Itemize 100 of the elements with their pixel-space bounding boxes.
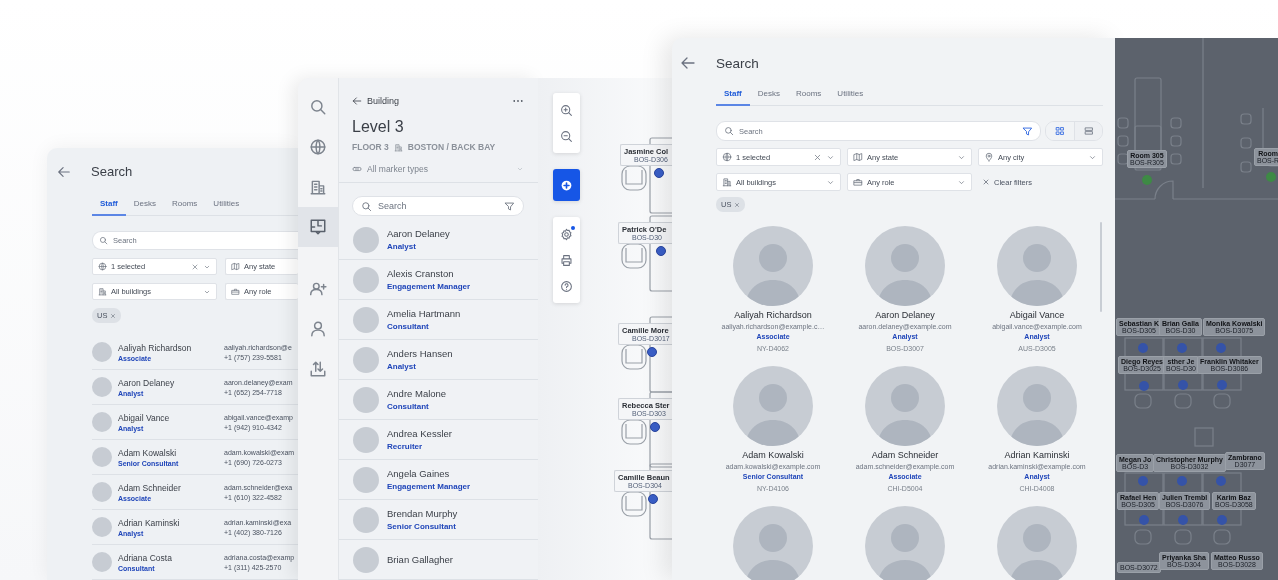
filter-icon[interactable] [504, 200, 515, 212]
room-marker[interactable] [1266, 172, 1276, 182]
desk-marker[interactable] [654, 168, 664, 178]
person-name[interactable]: Adam Kowalski [118, 447, 218, 458]
person-name[interactable]: Alexis Cranston [387, 268, 471, 279]
person-name[interactable]: Brendan Murphy [387, 508, 458, 519]
remove-icon[interactable] [734, 201, 741, 208]
desk-marker[interactable] [1216, 476, 1226, 486]
person-role: Consultant [387, 402, 430, 411]
person-name[interactable]: Abigail Vance [1009, 310, 1065, 320]
person-name[interactable]: Aaron Delaney [118, 377, 218, 388]
tab[interactable]: Utilities [205, 199, 248, 216]
person-role: Engagement Manager [387, 482, 471, 491]
desk-marker[interactable] [1138, 343, 1148, 353]
building-icon [98, 287, 107, 296]
map-icon [853, 152, 863, 162]
tab[interactable]: Rooms [164, 199, 206, 216]
marker-type-dropdown[interactable]: All marker types [352, 164, 524, 174]
person-role: Engagement Manager [387, 282, 471, 291]
desk-marker[interactable] [1138, 476, 1148, 486]
person-name[interactable]: Andrea Kessler [387, 428, 452, 439]
desk-marker[interactable] [1216, 343, 1226, 353]
search-icon [309, 98, 327, 116]
person-name[interactable]: Adrian Kaminski [1004, 450, 1070, 460]
person-name[interactable]: Adrian Kaminski [118, 517, 218, 528]
list-icon [1083, 126, 1094, 136]
user-icon [309, 320, 327, 338]
clear-icon[interactable] [191, 262, 199, 271]
person-name[interactable]: Adam Schneider [871, 450, 939, 460]
list-view-button[interactable] [1074, 122, 1102, 140]
desk-marker[interactable] [656, 246, 666, 256]
desk-marker[interactable] [650, 422, 660, 432]
avatar-placeholder [353, 266, 379, 293]
person-name[interactable]: Adam Kowalski [742, 450, 804, 460]
globe-icon [309, 138, 327, 156]
map-icon [231, 262, 240, 271]
back-arrow-icon[interactable] [680, 55, 696, 71]
globe-icon [722, 152, 732, 162]
tab[interactable]: Staff [716, 89, 750, 106]
person-name[interactable]: Brian Gallagher [387, 554, 453, 565]
search-icon [361, 200, 372, 212]
tab[interactable]: Staff [92, 199, 126, 216]
desk-marker[interactable] [1177, 476, 1187, 486]
person-name[interactable]: Aaron Delaney [875, 310, 935, 320]
back-arrow-icon[interactable] [57, 164, 71, 179]
person-name[interactable]: Abigail Vance [118, 412, 218, 423]
avatar-placeholder [353, 306, 379, 333]
scrollbar[interactable] [1100, 222, 1102, 312]
avatar-placeholder [92, 482, 112, 502]
desk-marker[interactable] [1177, 343, 1187, 353]
building-icon [393, 142, 403, 152]
person-name[interactable]: Adriana Costa [118, 552, 218, 563]
person-name[interactable]: Angela Gaines [387, 468, 471, 479]
person-name[interactable]: Amelia Hartmann [387, 308, 461, 319]
tab[interactable]: Desks [125, 199, 164, 216]
avatar-placeholder [92, 552, 112, 572]
person-name[interactable]: Aaliyah Richardson [734, 310, 812, 320]
location-pin-icon [984, 152, 994, 162]
person-name[interactable]: Aaron Delaney [387, 228, 450, 239]
add-button[interactable] [553, 169, 580, 201]
filter-icon[interactable] [1022, 125, 1033, 137]
help-icon [560, 279, 573, 293]
person-name[interactable]: Aaliyah Richardson [118, 342, 218, 353]
person-name[interactable]: Andre Malone [387, 388, 447, 399]
desk-marker[interactable] [1178, 380, 1188, 390]
rail-button[interactable] [298, 207, 338, 247]
avatar-placeholder [92, 342, 112, 362]
tab[interactable]: Desks [749, 89, 788, 106]
desk-marker[interactable] [1178, 515, 1188, 525]
avatar-placeholder [353, 506, 379, 533]
back-link[interactable]: Building [352, 96, 400, 106]
desk-marker[interactable] [1217, 380, 1227, 390]
person-role: Analyst [387, 362, 417, 371]
search-icon [99, 236, 108, 245]
tag-icon [352, 164, 362, 174]
search-bar[interactable]: Search [352, 196, 524, 216]
back-arrow-icon [352, 96, 362, 106]
room-marker[interactable] [1142, 175, 1152, 185]
desk-marker[interactable] [647, 347, 657, 357]
search-field[interactable]: Search [378, 201, 498, 211]
desk-marker[interactable] [648, 494, 658, 504]
add-user-icon [309, 280, 327, 298]
briefcase-icon [853, 177, 863, 187]
close-icon [982, 178, 990, 186]
person-name[interactable]: Anders Hansen [387, 348, 453, 359]
desk-marker[interactable] [1139, 515, 1149, 525]
avatar-placeholder [92, 447, 112, 467]
avatar-placeholder [92, 412, 112, 432]
settings-icon [560, 227, 573, 241]
building-icon [722, 177, 732, 187]
zoom-in-icon [560, 103, 573, 117]
grid-icon [1055, 126, 1065, 136]
tab[interactable]: Rooms [788, 89, 830, 106]
desk-marker[interactable] [1217, 515, 1227, 525]
avatar-placeholder [353, 546, 379, 573]
person-name[interactable]: Adam Schneider [118, 482, 218, 493]
desk-marker[interactable] [1139, 381, 1149, 391]
remove-icon[interactable] [110, 312, 117, 319]
clear-icon[interactable] [813, 152, 822, 162]
tab[interactable]: Utilities [829, 89, 872, 106]
